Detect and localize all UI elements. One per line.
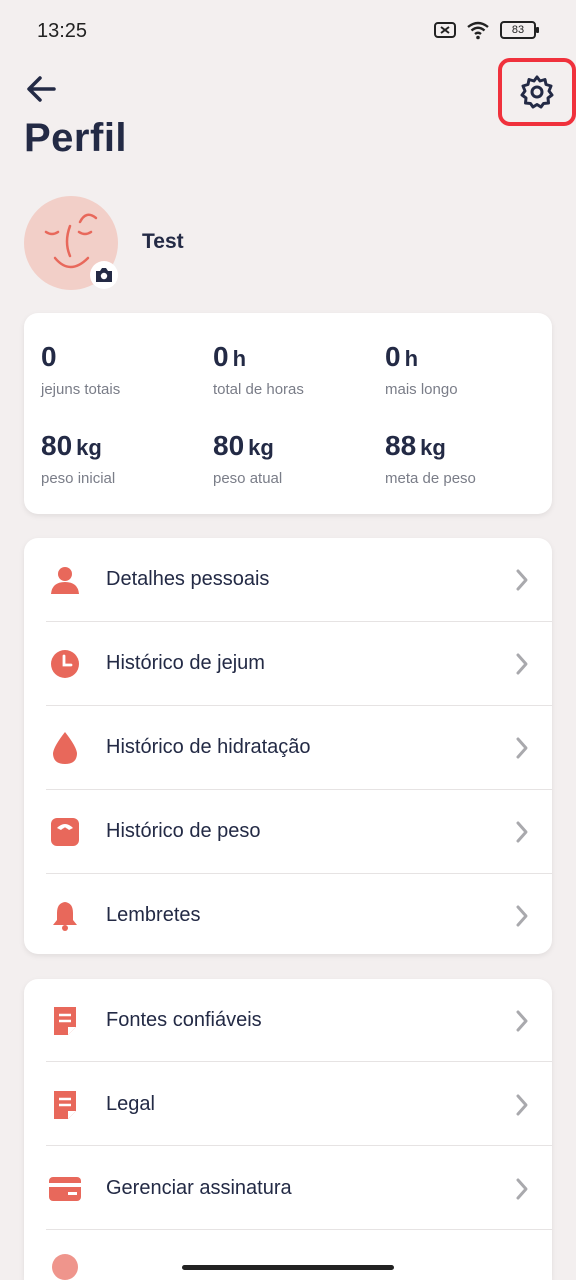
stat-longest: 0h mais longo: [385, 341, 458, 398]
stat-label: mais longo: [385, 381, 458, 398]
divider: [46, 1061, 552, 1062]
person-icon: [48, 563, 82, 597]
change-photo-button[interactable]: [90, 261, 118, 289]
clock-icon: [48, 647, 82, 681]
menu-item-label: Lembretes: [106, 904, 201, 926]
document-icon: [48, 1088, 82, 1122]
camera-icon: [96, 268, 112, 282]
stat-value: 0: [41, 341, 57, 372]
battery-icon: 83: [500, 21, 539, 39]
chevron-right-icon: [516, 905, 528, 926]
stat-value: 80 kg: [41, 430, 102, 461]
menu-item-hydration-history[interactable]: Histórico de hidratação: [24, 706, 552, 789]
menu-item-weight-history[interactable]: Histórico de peso: [24, 790, 552, 873]
menu-item-label: Detalhes pessoais: [106, 568, 270, 590]
chevron-right-icon: [516, 737, 528, 758]
status-bar: 13:25 83: [0, 0, 576, 64]
chevron-right-icon: [516, 821, 528, 842]
menu-item-label: Histórico de hidratação: [106, 736, 311, 758]
scale-icon: [48, 815, 82, 849]
menu-item-manage-subscription[interactable]: Gerenciar assinatura: [24, 1147, 552, 1230]
chevron-right-icon: [516, 1010, 528, 1031]
stat-label: peso atual: [213, 470, 283, 487]
stat-goal-weight: 88 kg meta de peso: [385, 430, 476, 487]
credit-card-icon: [48, 1172, 82, 1206]
stat-label: jejuns totais: [41, 381, 121, 398]
menu-item-label: Fontes confiáveis: [106, 1009, 262, 1031]
arrow-left-icon: [27, 76, 56, 102]
home-indicator[interactable]: [182, 1265, 394, 1270]
profile-menu: Detalhes pessoais Histórico de jejum His…: [24, 538, 552, 954]
stat-label: total de horas: [213, 381, 304, 398]
chevron-right-icon: [516, 653, 528, 674]
chevron-right-icon: [516, 569, 528, 590]
stat-label: peso inicial: [41, 470, 116, 487]
menu-item-label: Histórico de peso: [106, 820, 261, 842]
chevron-right-icon: [516, 1178, 528, 1199]
menu-item-fasting-history[interactable]: Histórico de jejum: [24, 622, 552, 705]
no-sim-icon: [434, 22, 456, 38]
status-time: 13:25: [37, 20, 88, 42]
back-button[interactable]: [24, 72, 58, 106]
stat-value: 0h: [213, 341, 247, 372]
divider: [46, 1145, 552, 1146]
menu-item-label: Gerenciar assinatura: [106, 1177, 292, 1199]
stat-initial-weight: 80 kg peso inicial: [41, 430, 115, 487]
stat-total-fasts: 0 jejuns totais: [41, 341, 120, 398]
stat-value: 0h: [385, 341, 419, 372]
partial-menu-icon: [52, 1254, 78, 1280]
menu-item-legal[interactable]: Legal: [24, 1063, 552, 1146]
divider: [46, 1229, 552, 1230]
menu-item-trusted-sources[interactable]: Fontes confiáveis: [24, 979, 552, 1062]
menu-item-label: Histórico de jejum: [106, 652, 265, 674]
document-icon: [48, 1004, 82, 1038]
info-menu: Fontes confiáveis Legal Gerenciar assina…: [24, 979, 552, 1280]
wifi-icon: [467, 21, 489, 40]
gear-icon: [520, 75, 554, 109]
stat-value: 88 kg: [385, 430, 446, 461]
settings-button[interactable]: [498, 58, 576, 126]
chevron-right-icon: [516, 1094, 528, 1115]
stat-current-weight: 80 kg peso atual: [213, 430, 282, 487]
menu-item-reminders[interactable]: Lembretes: [24, 874, 552, 957]
stats-card: 0 jejuns totais 0h total de horas 0h mai…: [24, 313, 552, 514]
stat-label: meta de peso: [385, 470, 476, 487]
page-title: Perfil: [24, 116, 128, 160]
stat-total-hours: 0h total de horas: [213, 341, 304, 398]
water-drop-icon: [48, 731, 82, 765]
stat-value: 80 kg: [213, 430, 274, 461]
user-name: Test: [142, 230, 184, 253]
status-icons: 83: [434, 20, 539, 40]
bell-icon: [48, 899, 82, 933]
menu-item-personal-details[interactable]: Detalhes pessoais: [24, 538, 552, 621]
menu-item-label: Legal: [106, 1093, 155, 1115]
